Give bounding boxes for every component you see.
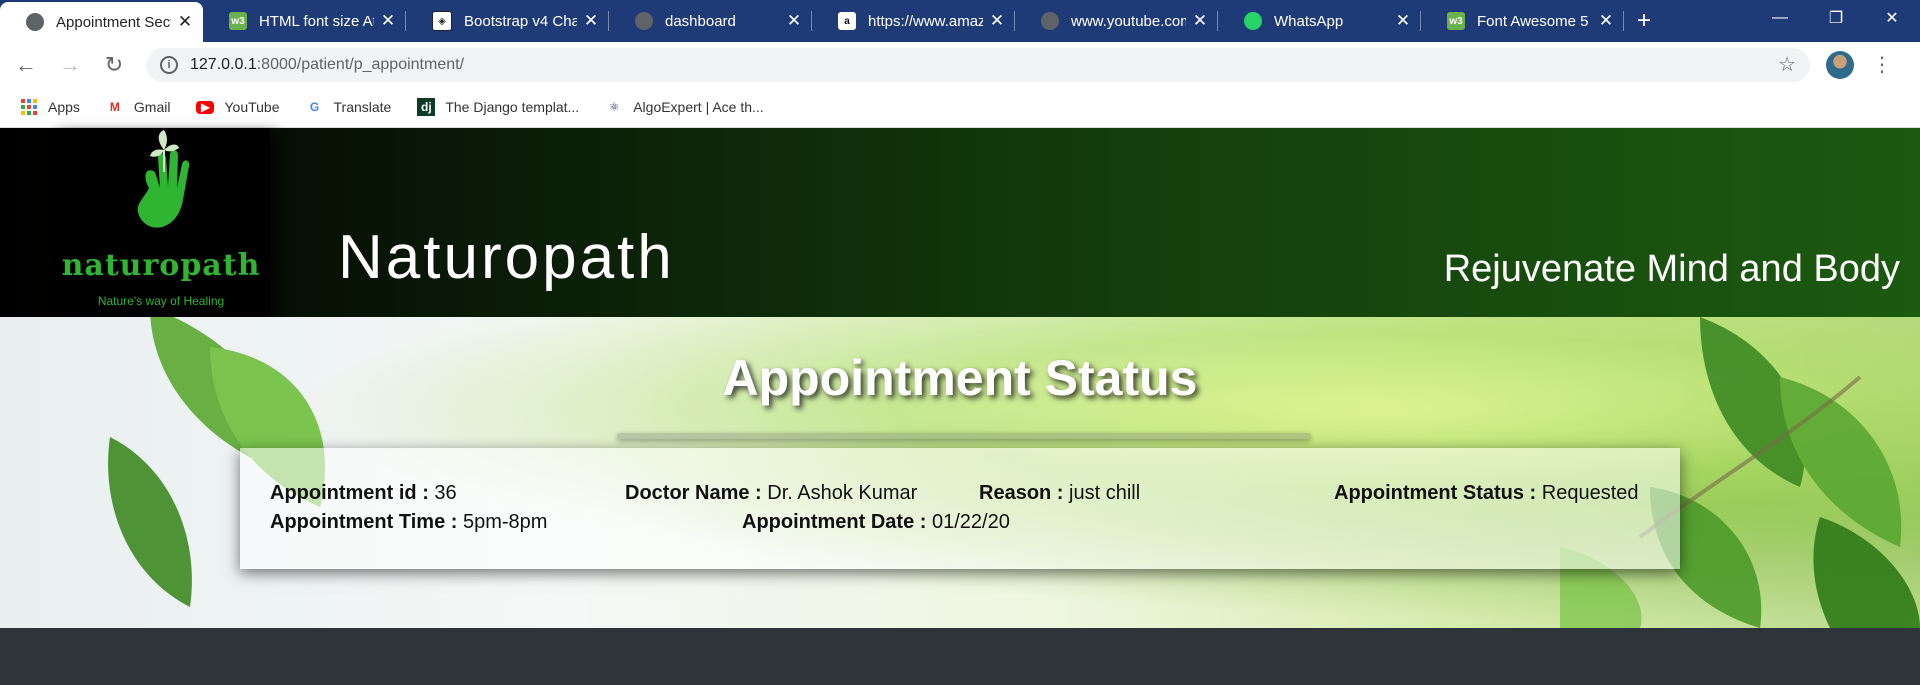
- apps-grid-icon: [20, 98, 38, 116]
- hand-leaf-icon: [137, 130, 190, 228]
- reason-value: just chill: [1069, 482, 1141, 504]
- status-badge: Requested: [1541, 482, 1639, 504]
- page-footer: [0, 628, 1920, 685]
- reason-field: Reason : just chill: [979, 482, 1140, 505]
- logo-tagline: Nature's way of Healing: [97, 294, 225, 308]
- appointment-id-value: 36: [434, 482, 457, 504]
- close-icon[interactable]: ✕: [380, 11, 396, 31]
- bookmark-label: The Django templat...: [445, 99, 580, 115]
- site-logo[interactable]: naturopath Nature's way of Healing: [52, 128, 270, 317]
- close-icon[interactable]: ✕: [786, 11, 802, 31]
- bookmark-youtube[interactable]: ▶ YouTube: [196, 99, 280, 115]
- bookmark-label: Apps: [48, 99, 80, 115]
- close-icon[interactable]: ✕: [177, 12, 193, 32]
- close-window-icon[interactable]: ✕: [1864, 0, 1920, 36]
- menu-icon[interactable]: ⋮: [1872, 52, 1892, 77]
- tab-whatsapp[interactable]: WhatsApp ✕: [1218, 0, 1421, 42]
- tab-title: WhatsApp: [1274, 12, 1344, 30]
- browser-toolbar: ← → ↻ i 127.0.0.1:8000/patient/p_appoint…: [0, 42, 1920, 87]
- algoexpert-icon: ⚛: [608, 100, 620, 114]
- tab-title: Bootstrap v4 Chat: [464, 12, 577, 30]
- tab-title: https://www.amaz: [868, 12, 983, 30]
- doctor-name-value: Dr. Ashok Kumar: [767, 482, 918, 504]
- field-label: Appointment Time :: [270, 511, 458, 533]
- profile-avatar[interactable]: [1826, 50, 1854, 79]
- bookmark-translate[interactable]: G Translate: [306, 98, 392, 116]
- restore-icon[interactable]: ❐: [1808, 0, 1864, 36]
- bookmark-label: Gmail: [133, 99, 171, 115]
- close-icon[interactable]: ✕: [1598, 11, 1614, 31]
- globe-icon: [1041, 12, 1059, 30]
- window-controls: — ❐ ✕: [1752, 0, 1920, 42]
- youtube-icon: ▶: [196, 100, 215, 114]
- appointment-time-value: 5pm-8pm: [462, 511, 548, 533]
- tab-amazon[interactable]: a https://www.amaz ✕: [812, 0, 1015, 42]
- w3schools-icon: w3: [229, 12, 247, 30]
- logo-wordmark: naturopath: [61, 248, 261, 283]
- bookmark-algoexpert[interactable]: ⚛ AlgoExpert | Ace th...: [605, 98, 764, 116]
- close-icon[interactable]: ✕: [1192, 11, 1208, 31]
- info-icon[interactable]: i: [160, 55, 178, 74]
- tab-html-font-size[interactable]: w3 HTML font size Att ✕: [203, 0, 406, 42]
- bookmark-label: YouTube: [224, 99, 280, 115]
- page-title: Appointment Status: [722, 350, 1198, 406]
- whatsapp-icon: [1244, 12, 1262, 30]
- doctor-name-field: Doctor Name : Dr. Ashok Kumar: [625, 482, 917, 505]
- appointment-date-field: Appointment Date : 01/22/20: [742, 511, 1010, 534]
- bookmark-label: AlgoExpert | Ace th...: [633, 99, 764, 115]
- site-tagline: Rejuvenate Mind and Body: [1443, 248, 1900, 290]
- field-label: Doctor Name :: [625, 482, 762, 504]
- tab-dashboard[interactable]: dashboard ✕: [609, 0, 812, 42]
- back-icon[interactable]: ←: [8, 47, 44, 83]
- appointment-status-field: Appointment Status : Requested: [1334, 482, 1639, 505]
- amazon-icon: a: [838, 12, 856, 30]
- status-section: Appointment Status Appointment id : 36 D…: [0, 317, 1920, 628]
- url-host: 127.0.0.1: [190, 55, 257, 73]
- tab-bootstrap-chat[interactable]: ◈ Bootstrap v4 Chat ✕: [406, 0, 609, 42]
- tab-title: Appointment Secti: [56, 13, 171, 31]
- new-tab-button[interactable]: +: [1624, 0, 1664, 42]
- close-icon[interactable]: ✕: [1395, 11, 1411, 31]
- bookmarks-bar: Apps M Gmail ▶ YouTube G Translate dj Th…: [0, 87, 1920, 128]
- field-label: Appointment Date :: [742, 511, 927, 533]
- site-header: naturopath Nature's way of Healing Natur…: [0, 128, 1920, 317]
- tab-youtube[interactable]: www.youtube.com ✕: [1015, 0, 1218, 42]
- field-label: Reason :: [979, 482, 1064, 504]
- django-icon: dj: [417, 98, 436, 116]
- gmail-icon: M: [109, 100, 120, 114]
- translate-icon: G: [309, 100, 320, 114]
- site-title: Naturopath: [338, 223, 675, 292]
- globe-icon: [26, 13, 44, 31]
- tab-title: HTML font size Att: [259, 12, 374, 30]
- w3schools-icon: w3: [1447, 12, 1465, 30]
- bookmark-gmail[interactable]: M Gmail: [106, 98, 171, 116]
- reload-icon[interactable]: ↻: [96, 47, 132, 83]
- field-label: Appointment Status :: [1334, 482, 1537, 504]
- tab-title: www.youtube.com: [1071, 12, 1186, 30]
- tab-font-awesome[interactable]: w3 Font Awesome 5 C ✕: [1421, 0, 1624, 42]
- bookmark-label: Translate: [333, 99, 392, 115]
- address-bar[interactable]: i 127.0.0.1:8000/patient/p_appointment/ …: [146, 47, 1810, 82]
- appointment-card: Appointment id : 36 Doctor Name : Dr. As…: [240, 448, 1680, 569]
- tab-appointment[interactable]: Appointment Secti ✕: [0, 2, 203, 42]
- forward-icon[interactable]: →: [52, 47, 88, 83]
- bookmark-star-icon[interactable]: ☆: [1778, 52, 1796, 77]
- globe-icon: [635, 12, 653, 30]
- appointment-id-field: Appointment id : 36: [270, 482, 457, 505]
- bootstrap-icon: ◈: [432, 11, 452, 31]
- tab-strip: Appointment Secti ✕ w3 HTML font size At…: [0, 0, 1920, 42]
- appointment-date-value: 01/22/20: [932, 511, 1010, 533]
- tab-title: dashboard: [665, 12, 736, 30]
- field-label: Appointment id :: [270, 482, 429, 504]
- page-content: naturopath Nature's way of Healing Natur…: [0, 128, 1920, 685]
- tab-title: Font Awesome 5 C: [1477, 12, 1592, 30]
- close-icon[interactable]: ✕: [583, 11, 599, 31]
- url-path: :8000/patient/p_appointment/: [256, 55, 465, 73]
- title-divider: [617, 433, 1311, 439]
- minimize-icon[interactable]: —: [1752, 0, 1808, 36]
- close-icon[interactable]: ✕: [989, 11, 1005, 31]
- appointment-time-field: Appointment Time : 5pm-8pm: [270, 511, 547, 534]
- bookmark-apps[interactable]: Apps: [20, 98, 80, 116]
- bookmark-django[interactable]: dj The Django templat...: [417, 98, 579, 116]
